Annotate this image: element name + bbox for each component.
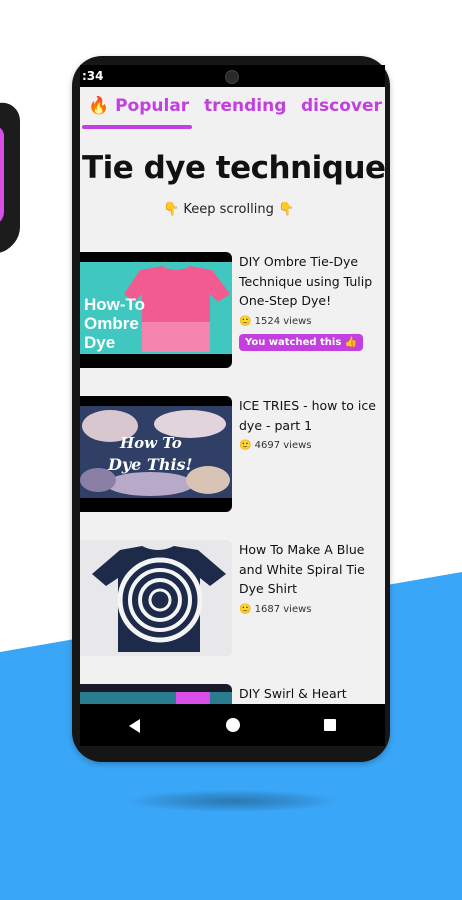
video-card[interactable]: How-To Ombre Dye DIY Ombre Tie-Dye Techn… [80,252,385,372]
spiral-shirt-thumbnail [80,540,232,656]
video-title[interactable]: DIY Swirl & Heart [239,684,385,704]
ombre-shirt-thumbnail: How-To Ombre Dye [80,262,232,354]
status-bar: :34 [80,65,385,87]
swirl-heart-thumbnail [80,692,232,704]
home-icon[interactable] [226,718,240,732]
tab-popular[interactable]: 🔥 Popular [88,96,189,116]
recents-icon[interactable] [324,719,336,731]
page-title: Tie dye techniques [82,150,385,186]
svg-text:Ombre: Ombre [84,314,139,333]
video-card[interactable]: DIY Swirl & Heart [80,684,385,704]
left-phone-partial [0,99,20,259]
app-screen: 🔥 Popular trending discover Tie dye tech… [80,87,385,704]
page-subtitle: 👇 Keep scrolling 👇 [163,202,295,217]
video-card[interactable]: How To Make A Blue and White Spiral Tie … [80,540,385,660]
ice-dye-thumbnail: How To Dye This! [80,406,232,498]
camera-icon [225,70,239,84]
tab-trending[interactable]: trending [204,96,286,116]
tab-bar: 🔥 Popular trending discover [80,87,385,131]
svg-text:How To: How To [119,434,182,452]
svg-text:How-To: How-To [84,295,145,314]
watched-badge: You watched this 👍 [239,334,364,351]
back-icon[interactable] [129,719,140,733]
video-title[interactable]: How To Make A Blue and White Spiral Tie … [239,540,385,599]
status-time: :34 [82,69,104,83]
svg-text:Dye This!: Dye This! [107,455,193,474]
video-thumbnail[interactable] [80,684,232,704]
active-tab-indicator [82,125,192,129]
view-count: 🙂 1687 views [239,604,312,615]
phone-shadow [128,790,338,812]
video-title[interactable]: ICE TRIES - how to ice dye - part 1 [239,396,385,435]
video-thumbnail[interactable]: How-To Ombre Dye [80,252,232,368]
video-card[interactable]: How To Dye This! ICE TRIES - how to ice … [80,396,385,516]
view-count: 🙂 4697 views [239,440,312,451]
tab-discover[interactable]: discover [301,96,382,116]
navigation-bar [80,704,385,746]
view-count: 🙂 1524 views [239,316,312,327]
video-title[interactable]: DIY Ombre Tie-Dye Technique using Tulip … [239,252,385,311]
video-thumbnail[interactable] [80,540,232,656]
svg-text:Dye: Dye [84,333,115,352]
video-thumbnail[interactable]: How To Dye This! [80,396,232,512]
